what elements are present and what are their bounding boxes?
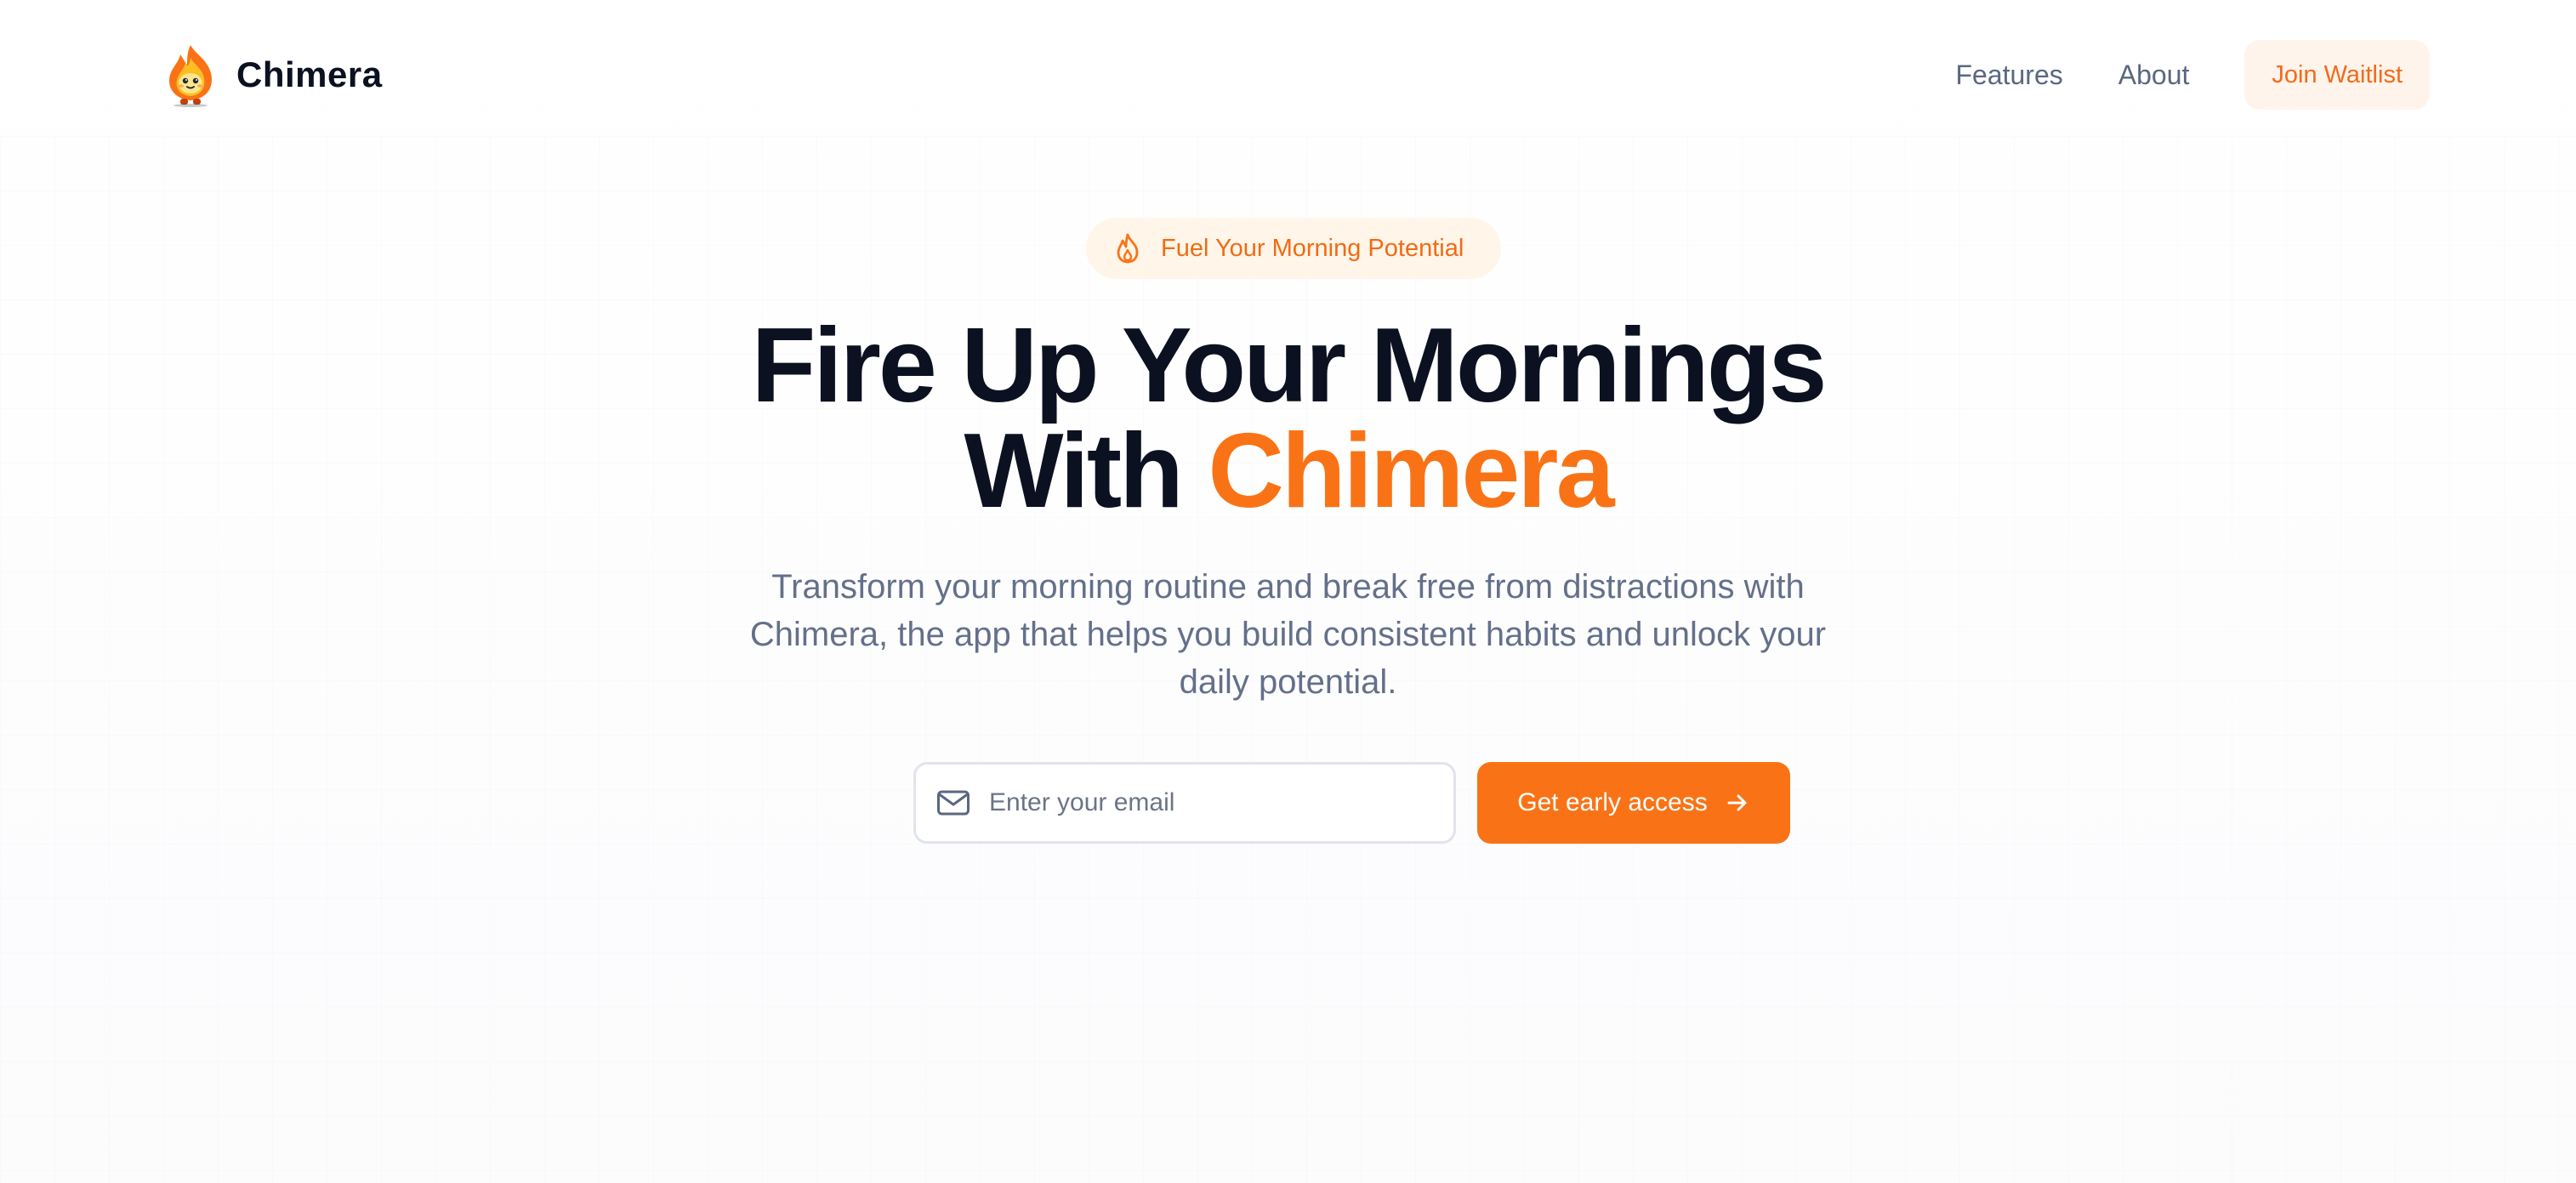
get-early-access-button[interactable]: Get early access [1477, 762, 1790, 844]
nav-link-features[interactable]: Features [1955, 60, 2062, 91]
email-input[interactable] [989, 788, 1431, 817]
brand-name: Chimera [236, 54, 383, 94]
hero-badge-text: Fuel Your Morning Potential [1161, 234, 1464, 262]
arrow-right-icon [1727, 794, 1747, 811]
landing-page: Chimera Features About Join Waitlist Fue… [0, 0, 2576, 1183]
hero-title-line2-prefix: With [964, 412, 1208, 530]
hero-title-line1: Fire Up Your Mornings [751, 307, 1827, 424]
join-waitlist-button[interactable]: Join Waitlist [2244, 40, 2430, 110]
hero-title-accent: Chimera [1208, 412, 1614, 530]
hero-subtitle: Transform your morning routine and break… [749, 568, 1827, 701]
brand[interactable]: Chimera [162, 41, 383, 109]
email-field[interactable] [913, 762, 1456, 844]
hero-badge: Fuel Your Morning Potential [1086, 218, 1501, 279]
flame-mascot-icon [169, 45, 212, 107]
mail-icon [937, 790, 970, 816]
nav-links: Features About Join Waitlist [1955, 40, 2430, 110]
cta-label: Get early access [1517, 788, 1708, 816]
hero-title: Fire Up Your Mornings With Chimera [0, 313, 2576, 524]
nav-link-about[interactable]: About [2118, 60, 2190, 91]
top-navbar: Chimera Features About Join Waitlist [0, 0, 2576, 149]
flame-icon [1117, 233, 1139, 264]
